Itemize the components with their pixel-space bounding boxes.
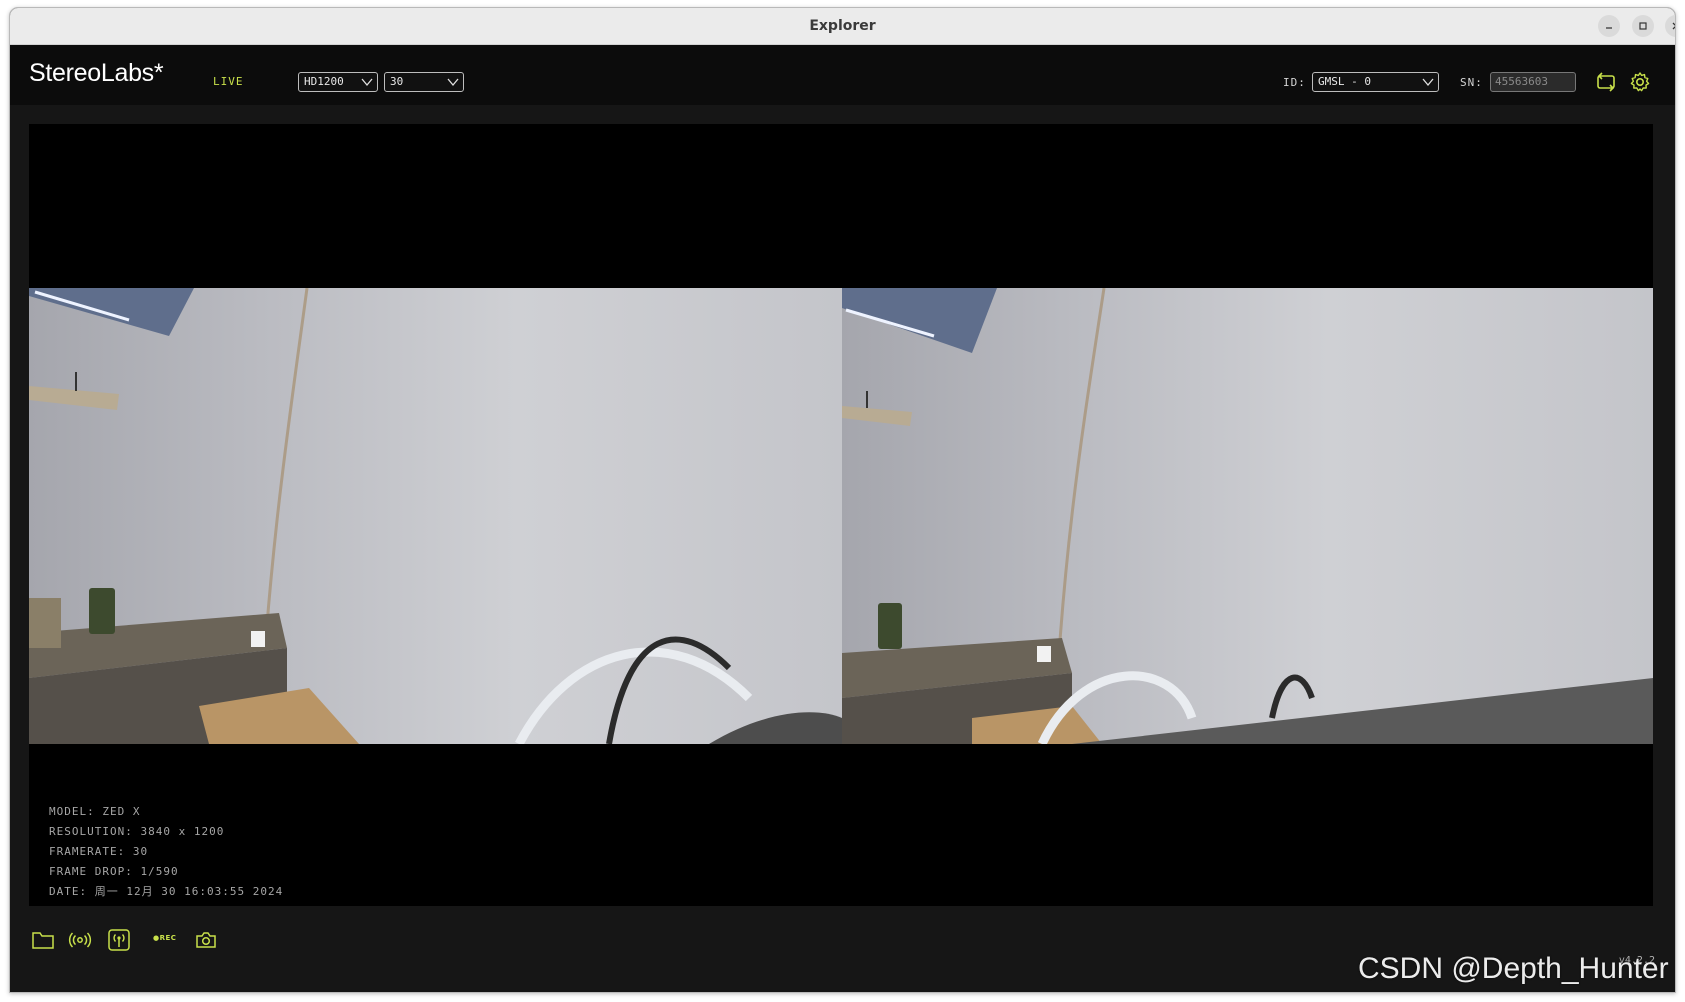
stereolabs-logo: StereoLabs*: [29, 59, 164, 87]
info-framerate: FRAMERATE: 30: [49, 845, 149, 858]
camera-icon[interactable]: [194, 928, 218, 952]
camera-info-panel: MODEL: ZED X RESOLUTION: 3840 x 1200 FRA…: [49, 802, 283, 902]
camera-viewer: MODEL: ZED X RESOLUTION: 3840 x 1200 FRA…: [29, 124, 1653, 906]
maximize-button[interactable]: [1632, 15, 1654, 37]
left-camera-image: [29, 288, 842, 744]
app-window: Explorer StereoLabs* LIVE HD1200 30 ID: …: [9, 7, 1676, 993]
right-camera-view: [842, 288, 1653, 744]
fps-select-value: 30: [390, 75, 404, 88]
resolution-select[interactable]: HD1200: [298, 72, 378, 92]
fps-select[interactable]: 30: [384, 72, 464, 92]
chevron-down-icon: [361, 78, 373, 87]
camera-id-select[interactable]: GMSL - 0: [1312, 72, 1439, 92]
info-date: DATE: 周一 12月 30 16:03:55 2024: [49, 885, 284, 898]
close-icon: [1672, 22, 1675, 30]
left-camera-view: [29, 288, 842, 744]
title-bar[interactable]: Explorer: [10, 8, 1675, 45]
app-header: StereoLabs* LIVE HD1200 30 ID: GMSL - 0 …: [10, 45, 1675, 105]
minimize-button[interactable]: [1598, 15, 1620, 37]
camera-id-value: GMSL - 0: [1318, 75, 1371, 88]
chevron-down-icon: [447, 78, 459, 87]
stream-icon[interactable]: [68, 928, 92, 952]
gear-icon[interactable]: [1629, 71, 1651, 93]
broadcast-icon[interactable]: [107, 928, 131, 952]
right-camera-image: [842, 288, 1653, 744]
id-label: ID:: [1283, 76, 1306, 89]
info-resolution: RESOLUTION: 3840 x 1200: [49, 825, 225, 838]
refresh-icon[interactable]: [1595, 71, 1617, 93]
info-model: MODEL: ZED X: [49, 805, 141, 818]
minimize-icon: [1606, 27, 1612, 29]
window-title: Explorer: [809, 18, 876, 34]
resolution-select-value: HD1200: [304, 75, 344, 88]
record-button[interactable]: ●REC: [153, 934, 176, 942]
maximize-icon: [1639, 22, 1647, 30]
chevron-down-icon: [1422, 78, 1434, 87]
watermark-text: CSDN @Depth_Hunter: [1358, 952, 1669, 985]
folder-icon[interactable]: [31, 928, 55, 952]
serial-number-field[interactable]: 45563603: [1490, 72, 1576, 92]
info-frame-drop: FRAME DROP: 1/590: [49, 865, 179, 878]
live-status: LIVE: [213, 75, 244, 88]
sn-label: SN:: [1460, 76, 1483, 89]
